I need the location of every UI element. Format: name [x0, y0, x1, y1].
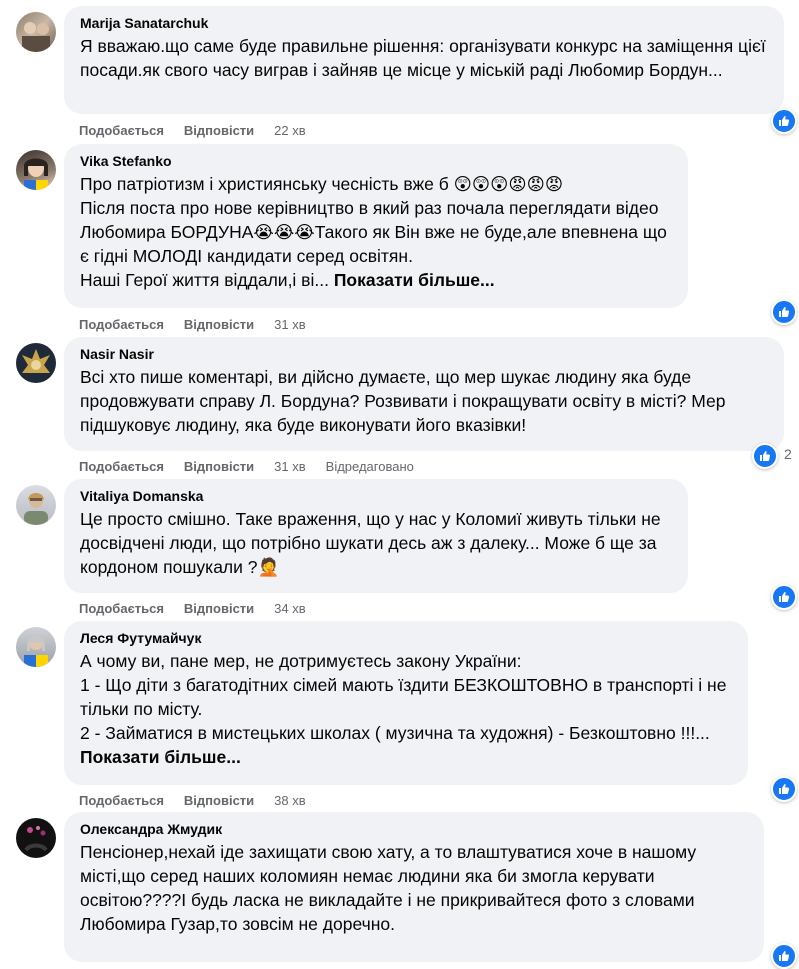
comment-text: Це просто смішно. Таке враження, що у на… — [80, 509, 661, 577]
comment-bubble: Vika Stefanko Про патріотизм і християнс… — [64, 144, 688, 308]
comment-bubble: Vitaliya Domanska Це просто смішно. Таке… — [64, 479, 688, 593]
comment-time[interactable]: 38 хв — [274, 793, 305, 809]
thumbs-up-icon — [779, 951, 790, 961]
thumbs-up-icon — [779, 307, 790, 317]
comment-author[interactable]: Олександра Жмудик — [80, 820, 748, 838]
comment-time[interactable]: 34 хв — [274, 601, 305, 617]
show-more-link[interactable]: Показати більше... — [80, 747, 241, 767]
like-button[interactable]: Подобається — [79, 601, 164, 617]
like-button[interactable]: Подобається — [79, 459, 164, 475]
like-reaction-badge[interactable] — [771, 943, 797, 969]
avatar[interactable] — [16, 485, 56, 525]
thumbs-up-icon — [779, 784, 790, 794]
reply-button[interactable]: Відповісти — [184, 601, 254, 617]
reply-button[interactable]: Відповісти — [184, 459, 254, 475]
like-reaction-badge[interactable] — [752, 443, 778, 469]
like-reaction-badge[interactable] — [771, 776, 797, 802]
thumbs-up-icon — [760, 451, 771, 461]
comment-author[interactable]: Marija Sanatarchuk — [80, 14, 768, 32]
thumbs-up-icon — [779, 116, 790, 126]
avatar[interactable] — [16, 627, 56, 667]
comment-text: Про патріотизм і християнську чесність в… — [80, 174, 667, 290]
comment-bubble: Marija Sanatarchuk Я вважаю.що саме буде… — [64, 6, 784, 114]
like-button[interactable]: Подобається — [79, 123, 164, 139]
like-reaction-badge[interactable] — [771, 299, 797, 325]
comment-author[interactable]: Леся Футумайчук — [80, 629, 732, 647]
comment-time[interactable]: 31 хв — [274, 317, 305, 333]
comment-text: Пенсіонер,нехай іде захищати свою хату, … — [80, 842, 697, 934]
comment-text: А чому ви, пане мер, не дотримуєтесь зак… — [80, 651, 727, 767]
comment-text: Я вважаю.що саме буде правильне рішення:… — [80, 36, 766, 80]
comment-actions: Подобається Відповісти 38 хв — [79, 793, 306, 809]
avatar[interactable] — [16, 150, 56, 190]
comment-time[interactable]: 31 хв — [274, 459, 305, 475]
reply-button[interactable]: Відповісти — [184, 793, 254, 809]
like-button[interactable]: Подобається — [79, 793, 164, 809]
avatar[interactable] — [16, 818, 56, 858]
like-reaction-badge[interactable] — [771, 108, 797, 134]
comment-bubble: Nasir Nasir Всі хто пише коментарі, ви д… — [64, 337, 784, 451]
comment-author[interactable]: Nasir Nasir — [80, 345, 768, 363]
like-reaction-badge[interactable] — [771, 584, 797, 610]
comment-bubble: Леся Футумайчук А чому ви, пане мер, не … — [64, 621, 748, 785]
reply-button[interactable]: Відповісти — [184, 123, 254, 139]
comment-time[interactable]: 22 хв — [274, 123, 305, 139]
reply-button[interactable]: Відповісти — [184, 317, 254, 333]
comment-text: Всі хто пише коментарі, ви дійсно думаєт… — [80, 367, 726, 435]
comment-actions: Подобається Відповісти 22 хв — [79, 123, 306, 139]
avatar[interactable] — [16, 12, 56, 52]
show-more-link[interactable]: Показати більше... — [334, 270, 495, 290]
comment-author[interactable]: Vika Stefanko — [80, 152, 672, 170]
thumbs-up-icon — [779, 592, 790, 602]
comment-actions: Подобається Відповісти 31 хв Відредагова… — [79, 459, 414, 475]
comment-actions: Подобається Відповісти 34 хв — [79, 601, 306, 617]
reaction-count[interactable]: 2 — [784, 446, 792, 462]
edited-label: Відредаговано — [325, 459, 414, 474]
comment-actions: Подобається Відповісти 31 хв — [79, 317, 306, 333]
comment-author[interactable]: Vitaliya Domanska — [80, 487, 672, 505]
comment-bubble: Олександра Жмудик Пенсіонер,нехай іде за… — [64, 812, 764, 962]
avatar[interactable] — [16, 343, 56, 383]
like-button[interactable]: Подобається — [79, 317, 164, 333]
